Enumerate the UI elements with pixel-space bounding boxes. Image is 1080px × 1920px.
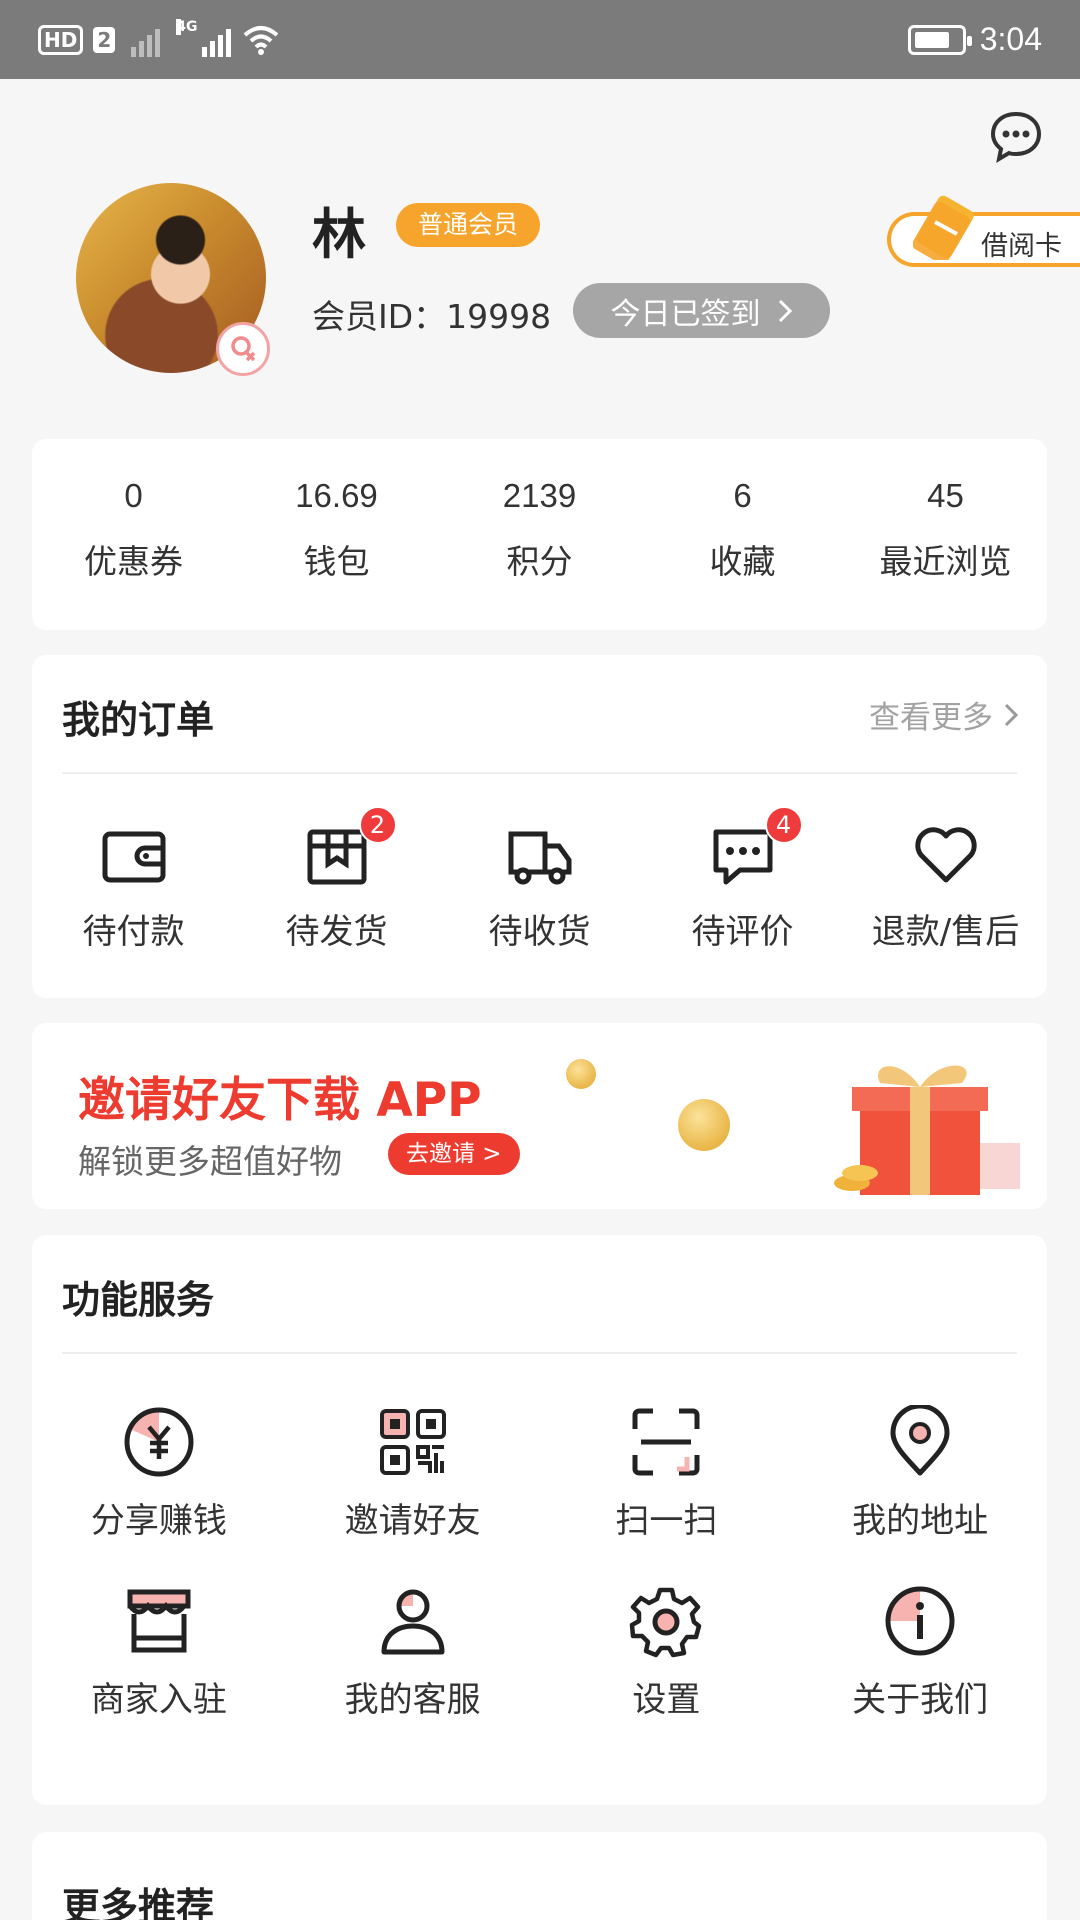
member-level-badge: 普通会员 (396, 203, 541, 247)
stat-value: 0 (124, 477, 143, 514)
signal-strength-icon (131, 23, 161, 57)
order-label: 退款/售后 (871, 912, 1020, 952)
stat-label: 收藏 (709, 542, 776, 581)
services-title: 功能服务 (62, 1278, 215, 1322)
wallet-icon (102, 831, 165, 883)
stat-value: 45 (927, 477, 964, 514)
invite-button[interactable]: 去邀请 > (388, 1133, 520, 1175)
stat-label: 最近浏览 (879, 542, 1012, 581)
service-scan[interactable]: 扫一扫 (540, 1405, 794, 1542)
invite-banner[interactable]: 邀请好友下载 APP 解锁更多超值好物 去邀请 > (32, 1023, 1047, 1209)
order-count-badge: 4 (764, 806, 803, 844)
service-share-earn[interactable]: 分享赚钱 (32, 1405, 286, 1542)
chevron-right-icon (778, 299, 792, 322)
checkin-button[interactable]: 今日已签到 (573, 283, 830, 338)
divider (62, 1352, 1017, 1354)
stat-value: 16.69 (295, 477, 378, 514)
orders-card: 我的订单 查看更多 待付款 2 待发货 待收货 4 待评价 退款/售后 (32, 655, 1047, 998)
order-label: 待评价 (691, 912, 794, 952)
card-icon (913, 195, 974, 260)
truck-icon (508, 831, 571, 885)
banner-title: 邀请好友下载 APP (78, 1073, 482, 1128)
order-label: 待付款 (82, 912, 185, 952)
banner-subtitle: 解锁更多超值好物 (78, 1142, 342, 1181)
stat-recently-viewed[interactable]: 45 最近浏览 (844, 439, 1047, 630)
chevron-right-icon (1004, 703, 1019, 726)
service-about-us[interactable]: 关于我们 (793, 1584, 1047, 1721)
order-count-badge: 2 (358, 806, 397, 844)
location-pin-icon (890, 1405, 950, 1476)
stat-wallet[interactable]: 16.69 钱包 (235, 439, 438, 630)
coin-icon (678, 1099, 730, 1151)
order-pending-shipment[interactable]: 2 待发货 (235, 806, 438, 953)
view-more-orders-link[interactable]: 查看更多 (869, 692, 1019, 737)
order-label: 待发货 (285, 912, 388, 952)
member-id: 会员ID：19998 (312, 297, 552, 336)
service-label: 我的客服 (344, 1680, 481, 1720)
service-merchant-join[interactable]: 商家入驻 (32, 1584, 286, 1721)
stat-value: 6 (733, 477, 752, 514)
wifi-icon (243, 25, 279, 55)
more-recommendations-title: 更多推荐 (62, 1885, 215, 1920)
service-label: 邀请好友 (344, 1501, 481, 1541)
stat-label: 钱包 (303, 542, 370, 581)
library-card-label: 借阅卡 (981, 231, 1062, 262)
service-invite-friends[interactable]: 邀请好友 (286, 1405, 540, 1542)
services-grid: 分享赚钱 邀请好友 扫一扫 我的地址 商家入驻 我的客服 设置 关于我们 (32, 1405, 1047, 1721)
stat-label: 积分 (506, 542, 573, 581)
stats-card: 0 优惠券 16.69 钱包 2139 积分 6 收藏 45 最近浏览 (32, 439, 1047, 630)
info-icon (885, 1586, 955, 1656)
user-name: 林 (312, 203, 366, 266)
service-label: 我的地址 (852, 1501, 989, 1541)
stat-coupons[interactable]: 0 优惠券 (32, 439, 235, 630)
service-label: 商家入驻 (90, 1680, 227, 1720)
order-pending-receipt[interactable]: 待收货 (438, 820, 641, 953)
clock: 3:04 (979, 21, 1042, 57)
order-refund-aftersales[interactable]: 退款/售后 (844, 820, 1047, 953)
gear-icon (630, 1587, 702, 1658)
order-pending-payment[interactable]: 待付款 (32, 820, 235, 953)
status-bar: HD 2 4G 3:04 (0, 0, 1080, 79)
stat-favorites[interactable]: 6 收藏 (641, 439, 844, 630)
view-more-label: 查看更多 (869, 700, 993, 736)
female-gender-icon (216, 322, 270, 376)
order-pending-review[interactable]: 4 待评价 (641, 806, 844, 953)
service-label: 设置 (632, 1680, 701, 1720)
order-status-row: 待付款 2 待发货 待收货 4 待评价 退款/售后 (32, 806, 1047, 953)
order-label: 待收货 (488, 912, 591, 952)
services-card: 功能服务 分享赚钱 邀请好友 扫一扫 我的地址 商家入驻 我的客服 设置 关于我… (32, 1235, 1047, 1805)
sim-indicator: 2 (93, 26, 116, 53)
yuan-coin-icon (124, 1407, 194, 1477)
stat-value: 2139 (502, 477, 577, 514)
scan-icon (632, 1408, 700, 1476)
hd-indicator: HD (38, 24, 84, 55)
storefront-icon (127, 1589, 191, 1653)
orders-title: 我的订单 (62, 698, 215, 742)
qr-code-icon (379, 1409, 446, 1475)
heart-icon (914, 827, 977, 883)
divider (62, 772, 1017, 774)
battery-icon (907, 24, 972, 55)
stat-label: 优惠券 (84, 542, 183, 581)
library-card-button[interactable]: 借阅卡 (887, 195, 1080, 267)
checkin-label: 今日已签到 (610, 296, 761, 332)
service-settings[interactable]: 设置 (540, 1584, 794, 1721)
service-label: 分享赚钱 (90, 1501, 227, 1541)
stat-points[interactable]: 2139 积分 (438, 439, 641, 630)
service-customer-service[interactable]: 我的客服 (286, 1584, 540, 1721)
coin-icon (566, 1059, 596, 1089)
message-icon[interactable] (988, 108, 1044, 164)
more-recommendations-card: 更多推荐 (32, 1832, 1047, 1920)
signal-4g-icon: 4G (176, 18, 232, 57)
service-label: 关于我们 (852, 1680, 989, 1720)
service-my-address[interactable]: 我的地址 (793, 1405, 1047, 1542)
network-type-label: 4G (176, 18, 198, 35)
person-icon (381, 1589, 445, 1655)
service-label: 扫一扫 (615, 1501, 718, 1541)
gift-box-icon (834, 1065, 1020, 1195)
